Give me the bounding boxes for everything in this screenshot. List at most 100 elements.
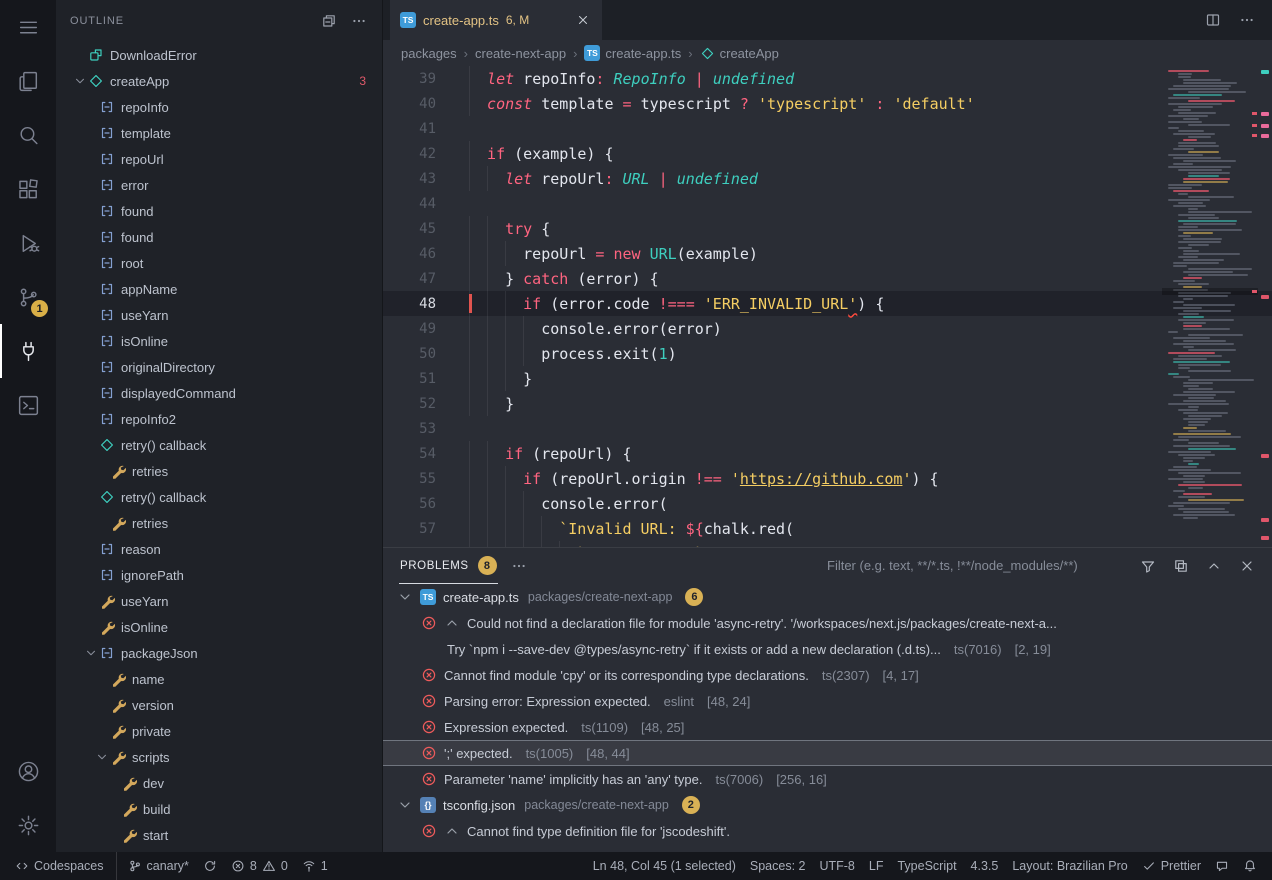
problems-filter-input[interactable] bbox=[827, 558, 1127, 573]
code-line-43[interactable]: 43let repoUrl: URL | undefined bbox=[383, 166, 1272, 191]
code-line-48[interactable]: 48if (error.code !=== 'ERR_INVALID_URL')… bbox=[383, 291, 1272, 316]
code-line-54[interactable]: 54if (repoUrl) { bbox=[383, 441, 1272, 466]
filter-icon[interactable] bbox=[1139, 557, 1157, 575]
status-notifications[interactable] bbox=[1236, 852, 1264, 880]
tab-problems[interactable]: PROBLEMS 8 bbox=[399, 548, 498, 584]
outline-item[interactable]: scripts bbox=[56, 744, 382, 770]
outline-item[interactable]: displayedCommand bbox=[56, 380, 382, 406]
outline-item[interactable]: originalDirectory bbox=[56, 354, 382, 380]
outline-item[interactable]: retry() callback bbox=[56, 432, 382, 458]
status-indentation[interactable]: Spaces: 2 bbox=[743, 852, 813, 880]
outline-item[interactable]: found bbox=[56, 198, 382, 224]
outline-item[interactable]: repoInfo bbox=[56, 94, 382, 120]
activity-explorer-button[interactable] bbox=[0, 54, 56, 108]
problem-row[interactable]: Cannot find module 'cpy' or its correspo… bbox=[383, 662, 1272, 688]
code-line-50[interactable]: 50process.exit(1) bbox=[383, 341, 1272, 366]
outline-item[interactable]: retry() callback bbox=[56, 484, 382, 510]
code-line-56[interactable]: 56console.error( bbox=[383, 491, 1272, 516]
breadcrumb-item[interactable]: packages bbox=[401, 46, 457, 61]
activity-run-debug-button[interactable] bbox=[0, 216, 56, 270]
code-line-39[interactable]: 39let repoInfo: RepoInfo | undefined bbox=[383, 66, 1272, 91]
collapse-all-icon[interactable] bbox=[320, 12, 338, 30]
code-line-45[interactable]: 45try { bbox=[383, 216, 1272, 241]
activity-extensions-button[interactable] bbox=[0, 162, 56, 216]
code-line-57[interactable]: 57`Invalid URL: ${chalk.red( bbox=[383, 516, 1272, 541]
outline-item[interactable]: template bbox=[56, 120, 382, 146]
activity-source-control-button[interactable]: 1 bbox=[0, 270, 56, 324]
view-mode-icon[interactable] bbox=[1172, 557, 1190, 575]
chevron-up-icon[interactable] bbox=[444, 823, 460, 839]
problems-file-group[interactable]: TScreate-app.tspackages/create-next-app6 bbox=[383, 584, 1272, 610]
code-line-53[interactable]: 53 bbox=[383, 416, 1272, 441]
activity-remote-tools-button[interactable] bbox=[0, 324, 56, 378]
code-line-55[interactable]: 55if (repoUrl.origin !== 'https://github… bbox=[383, 466, 1272, 491]
outline-item[interactable]: version bbox=[56, 692, 382, 718]
code-editor[interactable]: 39let repoInfo: RepoInfo | undefined40co… bbox=[383, 66, 1272, 547]
outline-item[interactable]: createApp3 bbox=[56, 68, 382, 94]
outline-item[interactable]: start bbox=[56, 822, 382, 848]
status-codespaces[interactable]: Codespaces bbox=[8, 852, 117, 880]
code-line-42[interactable]: 42if (example) { bbox=[383, 141, 1272, 166]
status-encoding[interactable]: UTF-8 bbox=[812, 852, 861, 880]
outline-item[interactable]: useYarn bbox=[56, 302, 382, 328]
panel-more-actions-icon[interactable] bbox=[510, 557, 528, 575]
code-line-58[interactable]: 58`"${example}"` bbox=[383, 541, 1272, 547]
activity-menu-button[interactable] bbox=[0, 0, 56, 54]
outline-item[interactable]: private bbox=[56, 718, 382, 744]
chevron-down-icon[interactable] bbox=[397, 589, 413, 605]
status-branch[interactable]: canary* bbox=[121, 852, 196, 880]
status-ts-version[interactable]: 4.3.5 bbox=[964, 852, 1006, 880]
tab-create-app-ts[interactable]: TS create-app.ts 6, M bbox=[390, 0, 602, 40]
code-line-52[interactable]: 52} bbox=[383, 391, 1272, 416]
outline-item[interactable]: isOnline bbox=[56, 328, 382, 354]
activity-account-button[interactable] bbox=[0, 744, 56, 798]
breadcrumb-item[interactable]: TScreate-app.ts bbox=[584, 45, 681, 61]
chevron-down-icon[interactable] bbox=[82, 645, 99, 661]
outline-item[interactable]: useYarn bbox=[56, 588, 382, 614]
breadcrumb-item[interactable]: createApp bbox=[700, 46, 779, 61]
outline-item[interactable]: retries bbox=[56, 510, 382, 536]
problem-row[interactable]: Could not find a declaration file for mo… bbox=[383, 610, 1272, 636]
problem-row[interactable]: Expression expected.ts(1109)[48, 25] bbox=[383, 714, 1272, 740]
editor-more-actions-icon[interactable] bbox=[1238, 11, 1256, 29]
outline-item[interactable]: isOnline bbox=[56, 614, 382, 640]
problem-row[interactable]: Cannot find type definition file for 'js… bbox=[383, 818, 1272, 844]
problems-file-group[interactable]: {}tsconfig.jsonpackages/create-next-app2 bbox=[383, 792, 1272, 818]
minimap[interactable] bbox=[1162, 66, 1258, 547]
activity-search-button[interactable] bbox=[0, 108, 56, 162]
activity-settings-button[interactable] bbox=[0, 798, 56, 852]
status-keyboard-layout[interactable]: Layout: Brazilian Pro bbox=[1005, 852, 1134, 880]
outline-item[interactable]: build bbox=[56, 796, 382, 822]
outline-item[interactable]: retries bbox=[56, 458, 382, 484]
status-cursor-position[interactable]: Ln 48, Col 45 (1 selected) bbox=[586, 852, 743, 880]
code-line-41[interactable]: 41 bbox=[383, 116, 1272, 141]
code-line-49[interactable]: 49console.error(error) bbox=[383, 316, 1272, 341]
problem-row[interactable]: Parameter 'name' implicitly has an 'any'… bbox=[383, 766, 1272, 792]
breadcrumb-item[interactable]: create-next-app bbox=[475, 46, 566, 61]
outline-item[interactable]: repoInfo2 bbox=[56, 406, 382, 432]
overview-ruler[interactable] bbox=[1258, 66, 1272, 547]
status-problems-summary[interactable]: 80 bbox=[224, 852, 295, 880]
outline-item[interactable]: root bbox=[56, 250, 382, 276]
outline-item[interactable]: dev bbox=[56, 770, 382, 796]
activity-remote-panel-button[interactable] bbox=[0, 378, 56, 432]
outline-item[interactable]: found bbox=[56, 224, 382, 250]
outline-item[interactable]: error bbox=[56, 172, 382, 198]
status-sync[interactable] bbox=[196, 852, 224, 880]
outline-item[interactable]: reason bbox=[56, 536, 382, 562]
status-language[interactable]: TypeScript bbox=[890, 852, 963, 880]
outline-item[interactable]: appName bbox=[56, 276, 382, 302]
code-line-47[interactable]: 47} catch (error) { bbox=[383, 266, 1272, 291]
chevron-up-icon[interactable] bbox=[444, 615, 460, 631]
problem-row[interactable]: Parsing error: Expression expected.eslin… bbox=[383, 688, 1272, 714]
status-feedback[interactable] bbox=[1208, 852, 1236, 880]
chevron-down-icon[interactable] bbox=[93, 749, 110, 765]
status-ports[interactable]: 1 bbox=[295, 852, 335, 880]
chevron-down-icon[interactable] bbox=[397, 797, 413, 813]
more-actions-icon[interactable] bbox=[350, 12, 368, 30]
code-line-40[interactable]: 40const template = typescript ? 'typescr… bbox=[383, 91, 1272, 116]
problem-row[interactable]: ';' expected.ts(1005)[48, 44] bbox=[383, 740, 1272, 766]
code-line-46[interactable]: 46repoUrl = new URL(example) bbox=[383, 241, 1272, 266]
problem-row[interactable]: Try `npm i --save-dev @types/async-retry… bbox=[383, 636, 1272, 662]
outline-item[interactable]: name bbox=[56, 666, 382, 692]
